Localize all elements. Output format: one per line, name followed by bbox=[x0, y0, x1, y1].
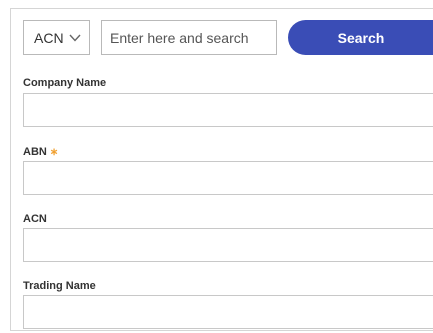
required-asterisk: ∗ bbox=[49, 147, 59, 158]
acn-field[interactable] bbox=[23, 228, 433, 262]
trading-name-field[interactable] bbox=[23, 295, 433, 329]
search-button[interactable]: Search bbox=[288, 20, 433, 55]
company-lookup-form: ACN Search Company Name ABN∗ ACN Trading… bbox=[10, 8, 433, 331]
company-name-label: Company Name bbox=[23, 77, 106, 89]
chevron-down-icon bbox=[69, 34, 81, 42]
acn-label: ACN bbox=[23, 213, 47, 225]
abn-label-text: ABN bbox=[23, 146, 47, 158]
search-input[interactable] bbox=[101, 20, 277, 55]
acn-label-text: ACN bbox=[23, 213, 47, 225]
abn-field[interactable] bbox=[23, 161, 433, 195]
company-name-label-text: Company Name bbox=[23, 77, 107, 89]
abn-label: ABN ∗ bbox=[23, 146, 58, 158]
lookup-type-value: ACN bbox=[34, 29, 64, 46]
trading-name-label-text: Trading Name bbox=[23, 280, 96, 292]
company-name-field[interactable] bbox=[23, 93, 433, 127]
trading-name-label: Trading Name bbox=[23, 280, 96, 292]
lookup-type-select[interactable]: ACN bbox=[23, 20, 90, 55]
search-bar: ACN Search bbox=[23, 20, 433, 55]
